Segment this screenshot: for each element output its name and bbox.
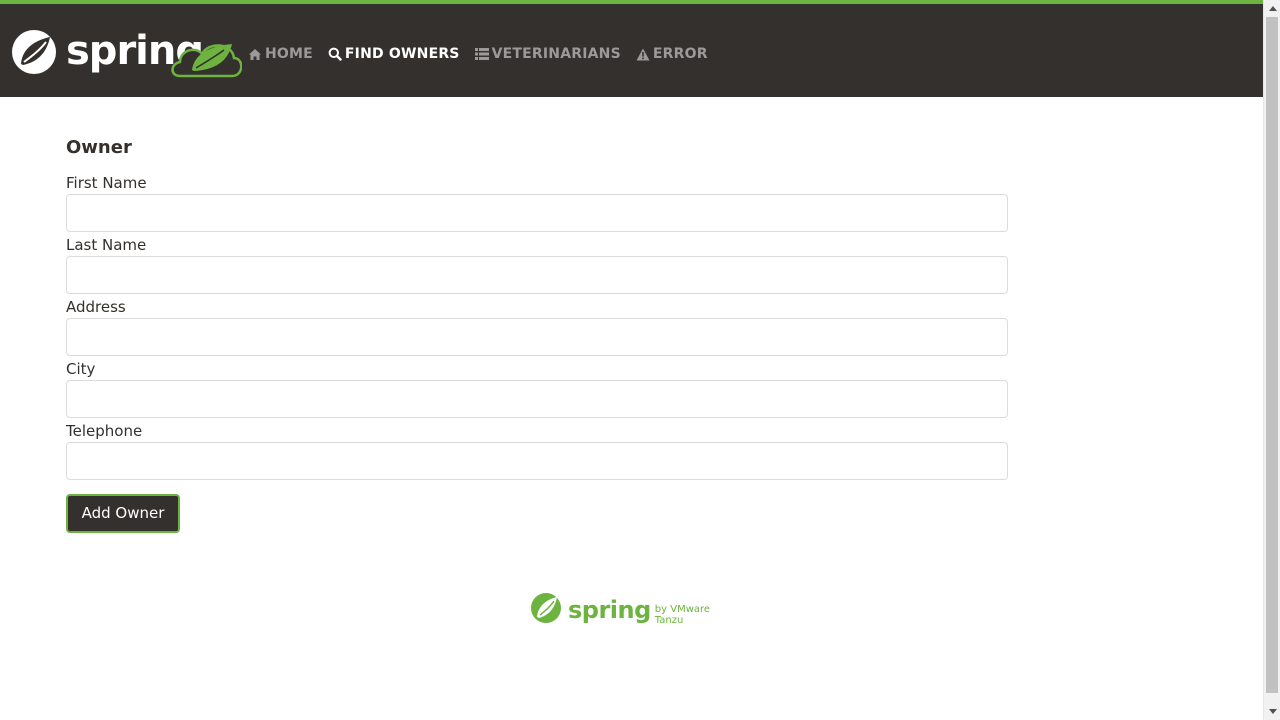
page: spring HOME FIND OWNERS VETERINARIANS ER… — [0, 0, 1263, 720]
form-title: Owner — [66, 137, 132, 158]
telephone-group: Telephone — [66, 420, 1008, 480]
footer-logo: spring by VMware Tanzu — [530, 592, 735, 628]
spring-leaf-icon — [530, 592, 562, 628]
address-label: Address — [66, 298, 126, 316]
nav-veterinarians-label: VETERINARIANS — [491, 46, 621, 62]
scroll-down-icon[interactable] — [1264, 703, 1280, 720]
last-name-input[interactable] — [66, 256, 1008, 294]
main-nav: HOME FIND OWNERS VETERINARIANS ERROR — [248, 40, 723, 68]
last-name-label: Last Name — [66, 236, 147, 254]
nav-find-owners[interactable]: FIND OWNERS — [328, 46, 460, 62]
address-input[interactable] — [66, 318, 1008, 356]
telephone-input[interactable] — [66, 442, 1008, 480]
scroll-thumb[interactable] — [1266, 17, 1278, 693]
vertical-scrollbar[interactable] — [1263, 0, 1280, 720]
nav-home-label: HOME — [265, 46, 313, 62]
warning-icon — [636, 47, 650, 61]
footer-spring-word: spring — [568, 596, 651, 624]
top-navbar: spring HOME FIND OWNERS VETERINARIANS ER… — [0, 0, 1263, 97]
first-name-label: First Name — [66, 174, 147, 192]
list-icon — [474, 47, 489, 61]
nav-find-owners-label: FIND OWNERS — [344, 46, 460, 62]
search-icon — [328, 47, 342, 61]
city-input[interactable] — [66, 380, 1008, 418]
address-group: Address — [66, 296, 1008, 356]
nav-error-label: ERROR — [652, 46, 708, 62]
telephone-label: Telephone — [66, 422, 143, 440]
add-owner-button[interactable]: Add Owner — [66, 494, 180, 533]
city-group: City — [66, 358, 1008, 418]
home-icon — [248, 47, 262, 61]
nav-error[interactable]: ERROR — [636, 46, 708, 62]
first-name-group: First Name — [66, 172, 1008, 232]
nav-veterinarians[interactable]: VETERINARIANS — [474, 46, 621, 62]
scroll-up-icon[interactable] — [1264, 0, 1280, 17]
first-name-input[interactable] — [66, 194, 1008, 232]
footer-by-text: by VMware Tanzu — [654, 604, 711, 626]
city-label: City — [66, 360, 96, 378]
spring-logo[interactable]: spring — [10, 28, 243, 80]
nav-home[interactable]: HOME — [248, 46, 313, 62]
owner-form: Owner First Name Last Name Address City … — [66, 130, 1008, 533]
last-name-group: Last Name — [66, 234, 1008, 294]
